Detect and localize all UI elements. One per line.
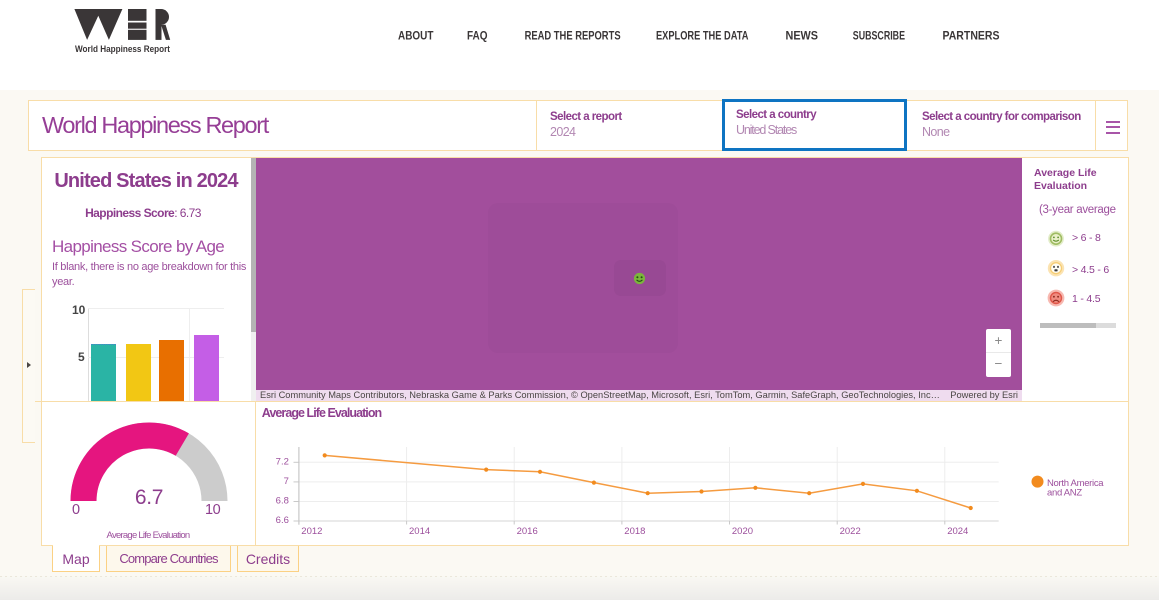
svg-text:7: 7 (284, 476, 289, 487)
svg-text:2022: 2022 (840, 526, 861, 537)
svg-text:NEWS: NEWS (786, 31, 819, 43)
svg-text:7.2: 7.2 (276, 456, 289, 467)
svg-text:and ANZ: and ANZ (1047, 488, 1082, 499)
svg-text:ABOUT: ABOUT (398, 31, 433, 43)
svg-text:2014: 2014 (409, 526, 430, 537)
svg-text:6.6: 6.6 (276, 515, 289, 526)
svg-text:2016: 2016 (517, 526, 538, 537)
svg-text:PARTNERS: PARTNERS (943, 31, 1000, 43)
svg-text:6.8: 6.8 (276, 496, 289, 507)
svg-text:READ THE REPORTS: READ THE REPORTS (525, 31, 621, 43)
svg-text:EXPLORE THE DATA: EXPLORE THE DATA (656, 31, 748, 43)
svg-text:2020: 2020 (732, 526, 753, 537)
svg-text:2012: 2012 (301, 526, 322, 537)
svg-text:FAQ: FAQ (467, 31, 488, 43)
svg-text:2024: 2024 (947, 526, 968, 537)
svg-text:2018: 2018 (624, 526, 645, 537)
svg-text:World Happiness Report: World Happiness Report (75, 44, 171, 55)
svg-text:SUBSCRIBE: SUBSCRIBE (853, 31, 905, 43)
